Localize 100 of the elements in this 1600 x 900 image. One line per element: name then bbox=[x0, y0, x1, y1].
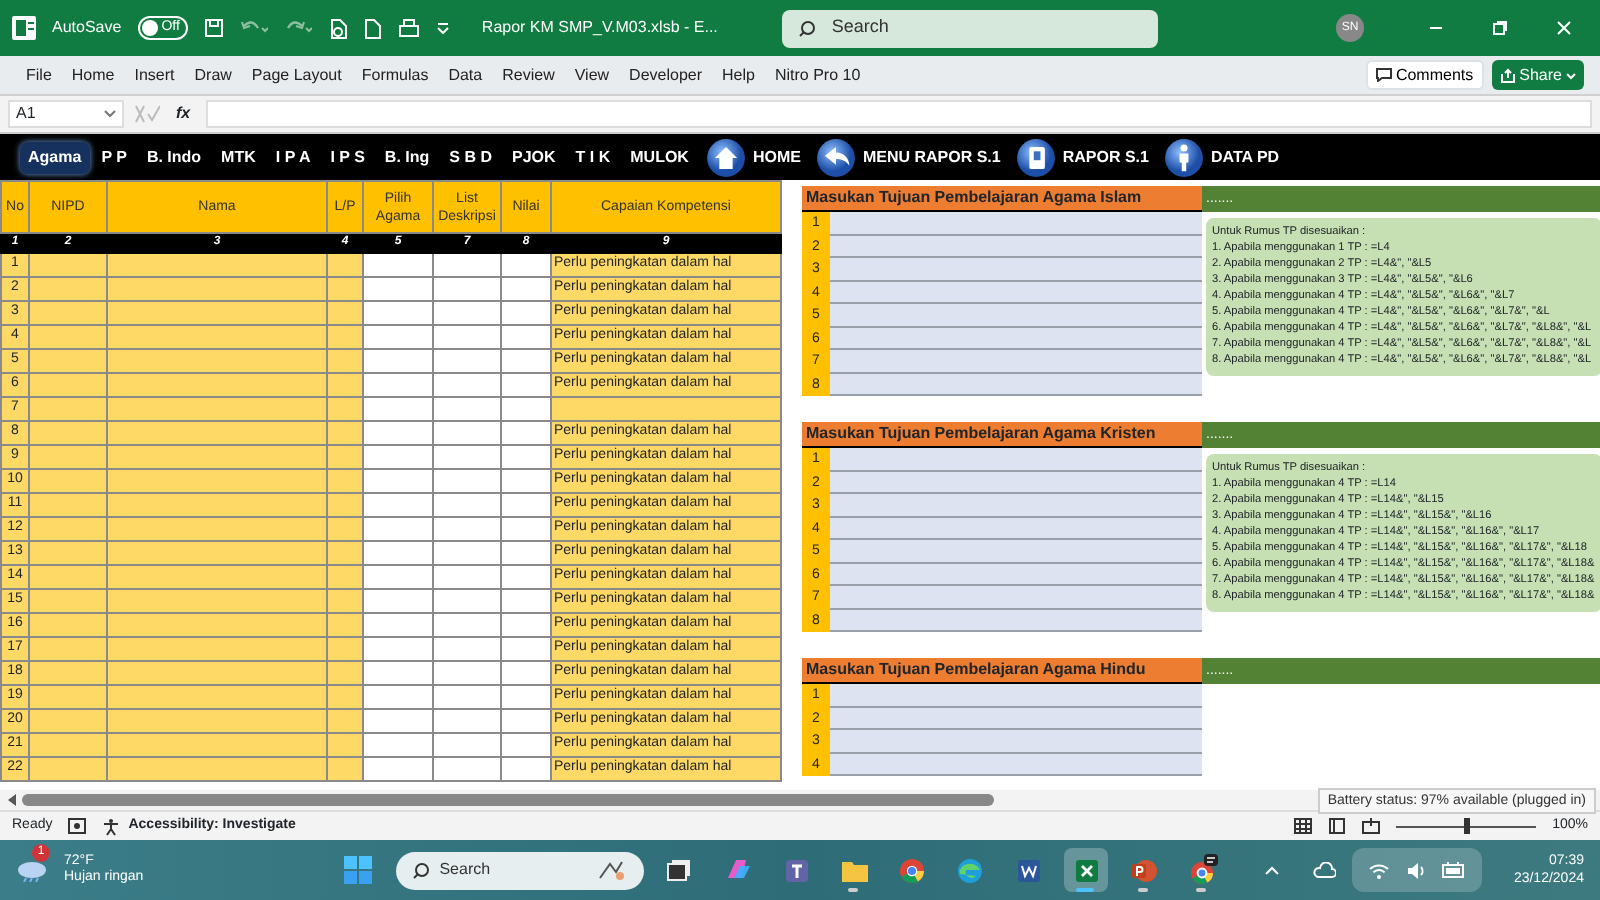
zoom-thumb[interactable] bbox=[1463, 817, 1470, 833]
ribbon-tab[interactable]: File bbox=[16, 63, 62, 87]
nav-link[interactable]: DATA PD bbox=[1158, 137, 1286, 177]
subject-tab[interactable]: MULOK bbox=[622, 141, 697, 173]
section-title: Masukan Tujuan Pembelajaran Agama Hindu bbox=[802, 658, 1202, 684]
rain-cloud-icon[interactable] bbox=[16, 858, 48, 882]
input-cell[interactable] bbox=[830, 304, 1202, 327]
comment-icon bbox=[1375, 68, 1392, 82]
input-cell[interactable] bbox=[830, 730, 1202, 753]
new-file-icon[interactable] bbox=[363, 17, 382, 39]
section-title: Masukan Tujuan Pembelajaran Agama Islam bbox=[802, 186, 1202, 212]
ribbon-tab[interactable]: Insert bbox=[124, 63, 185, 87]
input-cell[interactable] bbox=[830, 540, 1202, 563]
input-cell[interactable] bbox=[830, 753, 1202, 776]
edge-icon bbox=[953, 854, 986, 886]
ribbon-tab[interactable]: Data bbox=[438, 63, 493, 87]
scroll-left-icon[interactable] bbox=[8, 794, 16, 806]
subject-tab[interactable]: Agama bbox=[20, 141, 90, 173]
volume-icon bbox=[1405, 861, 1426, 879]
wifi-icon bbox=[1367, 861, 1390, 879]
redo-icon[interactable] bbox=[283, 18, 312, 38]
ribbon-tab[interactable]: Help bbox=[712, 63, 765, 87]
input-cell[interactable] bbox=[830, 258, 1202, 281]
restore-icon[interactable] bbox=[1492, 20, 1508, 36]
formula-field[interactable] bbox=[206, 100, 1592, 128]
document-icon[interactable] bbox=[327, 17, 348, 39]
cancel-enter-icon[interactable] bbox=[132, 102, 160, 126]
subject-tab[interactable]: I P S bbox=[322, 141, 373, 173]
share-button[interactable]: Share bbox=[1491, 60, 1584, 90]
name-box[interactable]: A1 bbox=[8, 100, 124, 128]
subject-tab[interactable]: B. Indo bbox=[138, 141, 210, 173]
powerpoint-icon bbox=[1127, 854, 1160, 886]
subject-tab[interactable]: PJOK bbox=[503, 141, 564, 173]
ribbon-tab[interactable]: Draw bbox=[184, 63, 242, 87]
page-break-icon[interactable] bbox=[1362, 818, 1381, 834]
ribbon-tab[interactable]: Review bbox=[492, 63, 565, 87]
section-title: Masukan Tujuan Pembelajaran Agama Kristen bbox=[802, 422, 1202, 448]
print-icon[interactable] bbox=[397, 17, 420, 39]
input-cell[interactable] bbox=[830, 448, 1202, 471]
excel-logo-icon bbox=[12, 16, 36, 40]
battery-icon bbox=[1441, 862, 1466, 878]
autosave-label: AutoSave bbox=[52, 16, 122, 40]
share-icon bbox=[1499, 67, 1516, 83]
taskview-icon bbox=[663, 854, 696, 886]
search-field[interactable]: Search bbox=[781, 9, 1158, 47]
input-cell[interactable] bbox=[830, 235, 1202, 258]
ribbon-tab[interactable]: Formulas bbox=[351, 63, 439, 87]
insert-function-button[interactable]: fx bbox=[168, 100, 199, 128]
caret-icon bbox=[104, 110, 116, 118]
input-cell[interactable] bbox=[830, 517, 1202, 540]
input-cell[interactable] bbox=[830, 684, 1202, 707]
caret-icon bbox=[1566, 71, 1576, 79]
input-cell[interactable] bbox=[830, 350, 1202, 373]
input-cell[interactable] bbox=[830, 471, 1202, 494]
input-cell[interactable] bbox=[830, 494, 1202, 517]
subject-tab[interactable]: MTK bbox=[213, 141, 264, 173]
customize-icon[interactable] bbox=[435, 22, 450, 34]
input-cell[interactable] bbox=[830, 707, 1202, 730]
ribbon-tab[interactable]: View bbox=[564, 63, 620, 87]
taskbar-search[interactable]: Search bbox=[395, 851, 644, 889]
home-icon bbox=[706, 137, 747, 177]
input-cell[interactable] bbox=[830, 586, 1202, 609]
normal-view-icon[interactable] bbox=[1294, 818, 1313, 834]
nav-link[interactable]: HOME bbox=[700, 137, 807, 177]
cloud-icon[interactable] bbox=[1311, 862, 1336, 878]
chrome-icon bbox=[895, 854, 928, 886]
nav-link[interactable]: RAPOR S.1 bbox=[1010, 137, 1155, 177]
input-cell[interactable] bbox=[830, 373, 1202, 396]
input-cell[interactable] bbox=[830, 327, 1202, 350]
file-title: Rapor KM SMP_V.M03.xlsb - E... bbox=[481, 16, 718, 40]
doodle-icon bbox=[595, 858, 628, 882]
search-icon bbox=[797, 19, 816, 37]
system-tray-button[interactable] bbox=[1351, 848, 1482, 892]
excel-taskbar-button[interactable] bbox=[1063, 848, 1108, 892]
ribbon-tab[interactable]: Page Layout bbox=[241, 63, 352, 87]
input-cell[interactable] bbox=[830, 281, 1202, 304]
subject-tab[interactable]: P P bbox=[93, 141, 135, 173]
nav-link[interactable]: MENU RAPOR S.1 bbox=[810, 137, 1007, 177]
input-cell[interactable] bbox=[830, 212, 1202, 235]
windows-start-icon[interactable] bbox=[343, 856, 372, 884]
input-cell[interactable] bbox=[830, 609, 1202, 632]
scrollbar-thumb[interactable] bbox=[22, 794, 994, 806]
subject-tab[interactable]: S B D bbox=[441, 141, 500, 173]
chrome-chat-icon bbox=[1185, 854, 1218, 886]
page-layout-icon[interactable] bbox=[1328, 818, 1347, 834]
close-icon[interactable] bbox=[1556, 20, 1572, 36]
ribbon-tab[interactable]: Home bbox=[61, 63, 125, 87]
save-icon[interactable] bbox=[203, 18, 224, 38]
accessibility-icon bbox=[102, 817, 121, 835]
subject-tab[interactable]: I P A bbox=[267, 141, 319, 173]
subject-tab[interactable]: B. Ing bbox=[376, 141, 438, 173]
undo-icon[interactable] bbox=[239, 18, 268, 38]
ribbon-tab[interactable]: Developer bbox=[619, 63, 713, 87]
comments-button[interactable]: Comments bbox=[1365, 60, 1484, 90]
chevron-up-icon[interactable] bbox=[1263, 864, 1280, 876]
ribbon-tab[interactable]: Nitro Pro 10 bbox=[764, 63, 871, 87]
subject-tab[interactable]: T I K bbox=[567, 141, 619, 173]
search-icon bbox=[411, 861, 430, 879]
input-cell[interactable] bbox=[830, 563, 1202, 586]
macro-icon[interactable] bbox=[68, 818, 87, 834]
